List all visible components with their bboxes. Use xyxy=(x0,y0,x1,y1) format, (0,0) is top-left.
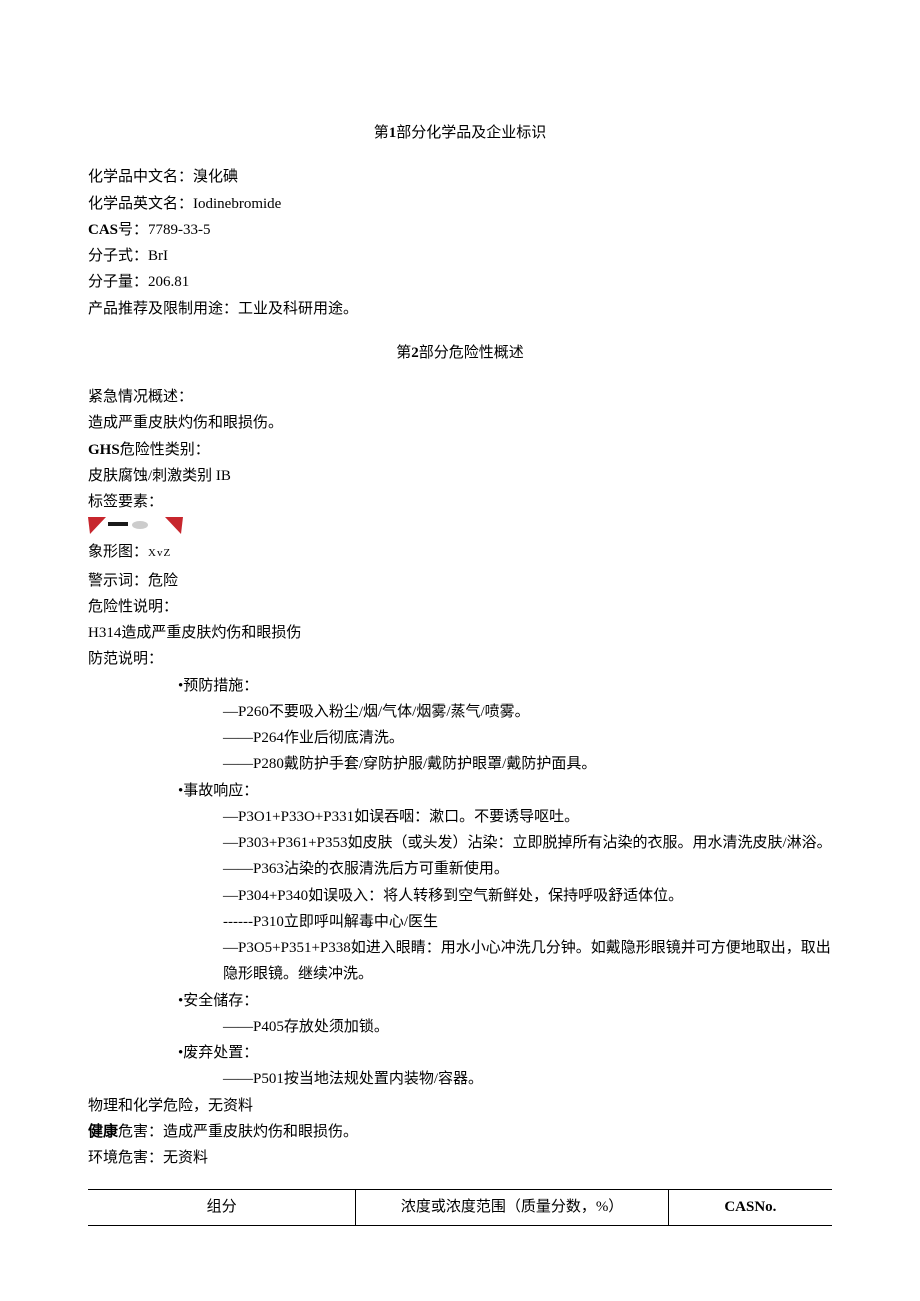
value: 造成严重皮肤灼伤和眼损伤。 xyxy=(163,1124,358,1140)
col-cas: CASNo. xyxy=(668,1190,832,1225)
response-item: —P304+P340如误吸入：将人转移到空气新鲜处，保持呼吸舒适体位。 xyxy=(88,883,832,909)
response-item: —P303+P361+P353如皮肤（或头发）沾染：立即脱掉所有沾染的衣服。用水… xyxy=(88,830,832,856)
section-2-body: 紧急情况概述： 造成严重皮肤灼伤和眼损伤。 GHS危险性类别： 皮肤腐蚀/刺激类… xyxy=(88,384,832,1171)
signal-value: 危险 xyxy=(148,573,178,589)
name-en-row: 化学品英文名：Iodinebromide xyxy=(88,191,832,217)
emergency-text: 造成严重皮肤灼伤和眼损伤。 xyxy=(88,410,832,436)
title-prefix: 第 xyxy=(374,125,389,141)
label: 产品推荐及限制用途： xyxy=(88,301,238,317)
response-header: •事故响应： xyxy=(88,778,832,804)
label: 分子量： xyxy=(88,274,148,290)
signal-label: 警示词： xyxy=(88,573,148,589)
response-item: —P3O1+P33O+P331如误吞咽：漱口。不要诱导呕吐。 xyxy=(88,804,832,830)
signal-row: 警示词：危险 xyxy=(88,568,832,594)
phys-chem-row: 物理和化学危险，无资料 xyxy=(88,1093,832,1119)
value: 无资料 xyxy=(163,1150,208,1166)
table-row: 组分 浓度或浓度范围（质量分数，%） CASNo. xyxy=(88,1190,832,1225)
storage-item: ——P405存放处须加锁。 xyxy=(88,1014,832,1040)
value: 无资料 xyxy=(208,1098,253,1114)
section-2-title: 第2部分危险性概述 xyxy=(88,340,832,366)
pictogram-label: 象形图： xyxy=(88,544,148,560)
section-1-title: 第1部分化学品及企业标识 xyxy=(88,120,832,146)
label-elements: 标签要素： xyxy=(88,489,832,515)
cas-row: CAS号：7789-33-5 xyxy=(88,217,832,243)
storage-header: •安全储存： xyxy=(88,988,832,1014)
value: 7789-33-5 xyxy=(148,222,211,238)
label: 分子式： xyxy=(88,248,148,264)
pictogram-icon xyxy=(88,517,183,535)
title-prefix: 第 xyxy=(396,345,411,361)
precaution-label: 防范说明： xyxy=(88,646,832,672)
col-component: 组分 xyxy=(88,1190,356,1225)
cas-label2: 号： xyxy=(118,222,148,238)
pictogram-marks: XvZ xyxy=(148,547,171,559)
value: Iodinebromide xyxy=(193,196,281,212)
title-number: 2 xyxy=(411,345,419,361)
formula-row: 分子式：BrI xyxy=(88,243,832,269)
disposal-header: •废弃处置： xyxy=(88,1040,832,1066)
ghs-text: 皮肤腐蚀/刺激类别 IB xyxy=(88,463,832,489)
document-page: 第1部分化学品及企业标识 化学品中文名：溴化碘 化学品英文名：Iodinebro… xyxy=(0,0,920,1266)
title-suffix: 部分危险性概述 xyxy=(419,345,524,361)
prevention-header: •预防措施： xyxy=(88,673,832,699)
col-concentration: 浓度或浓度范围（质量分数，%） xyxy=(356,1190,668,1225)
emergency-label: 紧急情况概述： xyxy=(88,384,832,410)
hazard-stmt-label: 危险性说明： xyxy=(88,594,832,620)
response-item: —P3O5+P351+P338如进入眼睛：用水小心冲洗几分钟。如戴隐形眼镜并可方… xyxy=(88,935,832,988)
response-item: ------P310立即呼叫解毒中心/医生 xyxy=(88,909,832,935)
mw-row: 分子量：206.81 xyxy=(88,269,832,295)
prevention-item: —P260不要吸入粉尘/烟/气体/烟雾/蒸气/喷雾。 xyxy=(88,699,832,725)
ghs-label-row: GHS危险性类别： xyxy=(88,437,832,463)
label: 物理和化学危险， xyxy=(88,1098,208,1114)
composition-table: 组分 浓度或浓度范围（质量分数，%） CASNo. xyxy=(88,1189,832,1225)
ghs-label: GHS xyxy=(88,442,120,458)
prevention-item: ——P264作业后彻底清洗。 xyxy=(88,725,832,751)
label: 化学品中文名： xyxy=(88,169,193,185)
response-item: ——P363沾染的衣服清洗后方可重新使用。 xyxy=(88,856,832,882)
health-row: 健康危害：造成严重皮肤灼伤和眼损伤。 xyxy=(88,1119,832,1145)
use-row: 产品推荐及限制用途：工业及科研用途。 xyxy=(88,296,832,322)
prevention-item: ——P280戴防护手套/穿防护服/戴防护眼罩/戴防护面具。 xyxy=(88,751,832,777)
value: BrI xyxy=(148,248,168,264)
section-1-body: 化学品中文名：溴化碘 化学品英文名：Iodinebromide CAS号：778… xyxy=(88,164,832,322)
pictogram-row: 象形图：XvZ xyxy=(88,539,832,565)
health-label: 健康 xyxy=(88,1124,118,1140)
label: 环境危害： xyxy=(88,1150,163,1166)
value: 206.81 xyxy=(148,274,189,290)
ghs-label2: 危险性类别： xyxy=(120,442,210,458)
hazard-stmt: H314造成严重皮肤灼伤和眼损伤 xyxy=(88,620,832,646)
name-cn-row: 化学品中文名：溴化碘 xyxy=(88,164,832,190)
health-label2: 危害： xyxy=(118,1124,163,1140)
label: 化学品英文名： xyxy=(88,196,193,212)
title-suffix: 部分化学品及企业标识 xyxy=(396,125,546,141)
env-row: 环境危害：无资料 xyxy=(88,1145,832,1171)
cas-label: CAS xyxy=(88,222,118,238)
disposal-item: ——P501按当地法规处置内装物/容器。 xyxy=(88,1066,832,1092)
value: 工业及科研用途。 xyxy=(238,301,358,317)
value: 溴化碘 xyxy=(193,169,238,185)
